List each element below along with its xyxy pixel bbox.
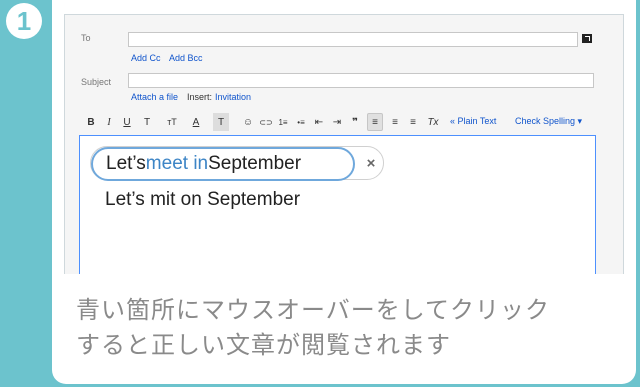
invitation-link[interactable]: Invitation bbox=[215, 92, 251, 102]
italic-button[interactable]: I bbox=[103, 113, 115, 131]
to-label: To bbox=[81, 33, 91, 43]
suggestion-highlight[interactable]: meet in bbox=[146, 153, 208, 175]
bulleted-list-icon[interactable]: •≡ bbox=[293, 113, 309, 131]
text-color-button[interactable]: A bbox=[189, 113, 203, 131]
font-size-button[interactable]: тT bbox=[163, 113, 181, 131]
plain-text-link[interactable]: « Plain Text bbox=[450, 116, 496, 126]
message-body[interactable]: Let’s meet in September × Let’s mit on S… bbox=[79, 135, 596, 274]
compose-window: To Add Cc Add Bcc Subject Attach a file … bbox=[64, 14, 624, 274]
close-icon[interactable]: × bbox=[361, 153, 381, 173]
instruction-line-1: 青い箇所にマウスオーバーをしてクリック bbox=[76, 296, 551, 324]
bold-button[interactable]: B bbox=[85, 113, 97, 131]
indent-more-icon[interactable]: ⇥ bbox=[329, 113, 345, 131]
popout-icon[interactable] bbox=[582, 34, 592, 43]
formatting-toolbar: B I U T тT A T ☺ ⊂⊃ 1≡ •≡ ⇤ ⇥ ❞ ≡ ≡ ≡ Tx… bbox=[65, 113, 623, 131]
to-input[interactable] bbox=[128, 32, 578, 47]
font-button[interactable]: T bbox=[139, 113, 155, 131]
remove-formatting-icon[interactable]: Tx bbox=[425, 113, 441, 131]
step-number: 1 bbox=[16, 6, 32, 36]
indent-less-icon[interactable]: ⇤ bbox=[311, 113, 327, 131]
add-cc-link[interactable]: Add Cc bbox=[131, 53, 161, 63]
subject-input[interactable] bbox=[128, 73, 594, 88]
quote-icon[interactable]: ❞ bbox=[347, 113, 363, 131]
add-bcc-link[interactable]: Add Bcc bbox=[169, 53, 203, 63]
suggestion-text[interactable]: Let’s meet in September bbox=[91, 147, 355, 181]
link-icon[interactable]: ⊂⊃ bbox=[257, 113, 275, 131]
attach-file-link[interactable]: Attach a file bbox=[131, 92, 178, 102]
align-center-icon[interactable]: ≡ bbox=[387, 113, 403, 131]
suggestion-suffix: September bbox=[208, 153, 302, 174]
instruction-line-2: すると正しい文章が閲覧されます bbox=[76, 331, 451, 359]
emoji-icon[interactable]: ☺ bbox=[241, 113, 255, 131]
original-text: Let’s mit on September bbox=[105, 189, 301, 210]
align-left-icon[interactable]: ≡ bbox=[367, 113, 383, 131]
instruction-text: 青い箇所にマウスオーバーをしてクリック すると正しい文章が閲覧されます bbox=[76, 293, 550, 363]
suggestion-bubble: Let’s meet in September × bbox=[90, 146, 384, 181]
insert-label: Insert: bbox=[187, 92, 213, 102]
subject-label: Subject bbox=[81, 77, 112, 87]
instruction-card: To Add Cc Add Bcc Subject Attach a file … bbox=[52, 0, 636, 384]
check-spelling-link[interactable]: Check Spelling ▾ bbox=[515, 116, 582, 127]
numbered-list-icon[interactable]: 1≡ bbox=[275, 113, 291, 131]
underline-button[interactable]: U bbox=[121, 113, 133, 131]
align-right-icon[interactable]: ≡ bbox=[405, 113, 421, 131]
suggestion-prefix: Let’s bbox=[106, 153, 146, 174]
step-number-badge: 1 bbox=[6, 3, 42, 39]
highlight-color-button[interactable]: T bbox=[213, 113, 229, 131]
